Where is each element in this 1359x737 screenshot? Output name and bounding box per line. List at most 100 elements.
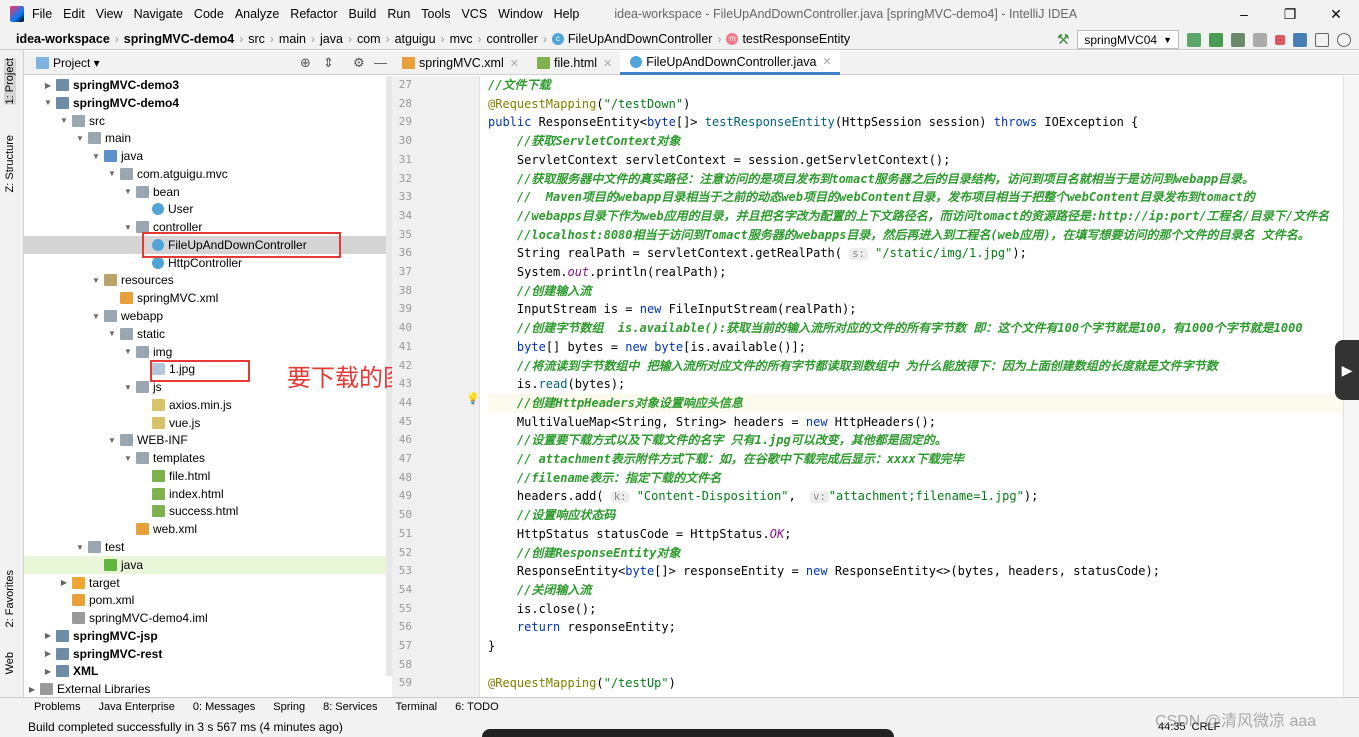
bottom-tab--todo[interactable]: 6: TODO (455, 701, 499, 713)
tree-item[interactable]: ▼ bean (24, 183, 386, 201)
play-overlay-button[interactable]: ▶ (1335, 340, 1359, 400)
menu-help[interactable]: Help (554, 7, 580, 21)
menu-edit[interactable]: Edit (63, 7, 85, 21)
menu-file[interactable]: File (32, 7, 52, 21)
bottom-tab-spring[interactable]: Spring (273, 701, 305, 713)
menu-run[interactable]: Run (387, 7, 410, 21)
tree-item[interactable]: file.html (24, 467, 386, 485)
tree-item[interactable]: ▼ springMVC-demo4 (24, 94, 386, 112)
debug-icon[interactable] (1209, 32, 1223, 47)
tree-item[interactable]: ▼ templates (24, 449, 386, 467)
chevron-down-icon[interactable]: ▼ (42, 98, 54, 107)
project-structure-icon[interactable] (1293, 32, 1307, 47)
chevron-down-icon[interactable]: ▼ (90, 152, 102, 161)
menu-analyze[interactable]: Analyze (235, 7, 279, 21)
tree-item[interactable]: java (24, 555, 386, 574)
tree-item[interactable]: web.xml (24, 520, 386, 538)
maximize-button[interactable]: ❐ (1267, 0, 1313, 28)
project-tool-tab[interactable]: 1: Project (4, 58, 16, 105)
tree-item[interactable]: ▼ webapp (24, 307, 386, 325)
close-tab-icon[interactable]: ✕ (510, 57, 519, 70)
chevron-down-icon[interactable]: ▼ (90, 312, 102, 321)
profile-icon[interactable] (1253, 32, 1267, 47)
tree-item[interactable]: ▼ src (24, 112, 386, 130)
collapse-all-icon[interactable]: ⇕ (323, 55, 334, 71)
editor-tab[interactable]: file.html ✕ (527, 51, 620, 75)
bottom-tab-problems[interactable]: Problems (34, 701, 80, 713)
tree-item[interactable]: axios.min.js (24, 396, 386, 414)
tree-item[interactable]: ▶ springMVC-rest (24, 645, 386, 663)
menu-vcs[interactable]: VCS (461, 7, 487, 21)
chevron-down-icon[interactable]: ▼ (106, 169, 118, 178)
tree-item[interactable]: ▶ External Libraries (24, 680, 386, 697)
tree-item[interactable]: ▼ java (24, 147, 386, 165)
menu-navigate[interactable]: Navigate (134, 7, 183, 21)
bottom-tab-java-enterprise[interactable]: Java Enterprise (98, 701, 174, 713)
menu-build[interactable]: Build (349, 7, 377, 21)
chevron-right-icon[interactable]: ▶ (42, 631, 54, 640)
menu-view[interactable]: View (96, 7, 123, 21)
tree-item[interactable]: ▶ target (24, 574, 386, 592)
menu-refactor[interactable]: Refactor (290, 7, 337, 21)
chevron-right-icon[interactable]: ▶ (42, 81, 54, 90)
tree-item[interactable]: ▼ test (24, 538, 386, 556)
menu-tools[interactable]: Tools (421, 7, 450, 21)
web-tool-tab[interactable]: Web (4, 652, 16, 674)
breadcrumb-item[interactable]: testResponseEntity (742, 32, 850, 46)
tree-item[interactable]: ▶ XML (24, 662, 386, 680)
tree-item[interactable]: ▼ static (24, 325, 386, 343)
chevron-down-icon[interactable]: ▼ (122, 383, 134, 392)
chevron-down-icon[interactable]: ▼ (74, 134, 86, 143)
breadcrumb-item[interactable]: atguigu (395, 32, 436, 46)
breadcrumb-item[interactable]: mvc (450, 32, 473, 46)
lightbulb-icon[interactable]: 💡 (466, 392, 480, 405)
menu-window[interactable]: Window (498, 7, 542, 21)
coverage-icon[interactable] (1231, 32, 1245, 47)
menu-code[interactable]: Code (194, 7, 224, 21)
bottom-tab--messages[interactable]: 0: Messages (193, 701, 255, 713)
breadcrumb-item[interactable]: com (357, 32, 381, 46)
editor-tab[interactable]: FileUpAndDownController.java ✕ (620, 51, 840, 75)
breadcrumb-item[interactable]: java (320, 32, 343, 46)
chevron-down-icon[interactable]: ▼ (106, 436, 118, 445)
chevron-down-icon[interactable]: ▼ (122, 223, 134, 232)
tree-item[interactable]: ▼ WEB-INF (24, 431, 386, 449)
run-config-select[interactable]: springMVC04 ▼ (1077, 30, 1179, 49)
editor-tab[interactable]: springMVC.xml ✕ (392, 51, 527, 75)
build-hammer-icon[interactable]: ⚒ (1057, 31, 1070, 48)
chevron-down-icon[interactable]: ▼ (58, 116, 70, 125)
stop-icon[interactable] (1275, 34, 1285, 45)
tree-item[interactable]: ▶ springMVC-demo3 (24, 76, 386, 94)
bottom-tab--services[interactable]: 8: Services (323, 701, 377, 713)
chevron-down-icon[interactable]: ▼ (74, 543, 86, 552)
chevron-down-icon[interactable]: ▼ (122, 347, 134, 356)
favorites-tool-tab[interactable]: 2: Favorites (4, 570, 16, 627)
chevron-down-icon[interactable]: ▼ (106, 329, 118, 338)
code-editor[interactable]: //文件下载 @RequestMapping("/testDown") public… (488, 76, 1343, 697)
breadcrumb-item[interactable]: springMVC-demo4 (124, 32, 234, 46)
tree-item[interactable]: springMVC-demo4.iml (24, 609, 386, 627)
hide-icon[interactable]: — (374, 55, 387, 70)
gear-icon[interactable]: ⚙ (353, 55, 365, 71)
tree-item[interactable]: pom.xml (24, 591, 386, 609)
tree-item[interactable]: ▼ main (24, 129, 386, 147)
close-button[interactable]: ✕ (1313, 0, 1359, 28)
run-icon[interactable] (1187, 32, 1201, 47)
chevron-right-icon[interactable]: ▶ (26, 685, 38, 694)
close-tab-icon[interactable]: ✕ (823, 55, 832, 68)
tree-item[interactable]: springMVC.xml (24, 289, 386, 307)
breadcrumb-item[interactable]: FileUpAndDownController (568, 32, 713, 46)
breadcrumb-item[interactable]: controller (487, 32, 538, 46)
project-view-select[interactable]: Project ▾ (53, 56, 100, 70)
chevron-down-icon[interactable]: ▼ (122, 187, 134, 196)
chevron-right-icon[interactable]: ▶ (58, 578, 70, 587)
breadcrumb-item[interactable]: idea-workspace (16, 32, 110, 46)
tree-item[interactable]: vue.js (24, 414, 386, 432)
structure-tool-tab[interactable]: Z: Structure (4, 135, 16, 192)
tree-item[interactable]: index.html (24, 485, 386, 503)
breadcrumb-item[interactable]: src (248, 32, 265, 46)
tree-item[interactable]: User (24, 200, 386, 218)
locate-icon[interactable]: ⊕ (300, 55, 311, 71)
chevron-down-icon[interactable]: ▼ (122, 454, 134, 463)
tree-item[interactable]: ▶ springMVC-jsp (24, 627, 386, 645)
